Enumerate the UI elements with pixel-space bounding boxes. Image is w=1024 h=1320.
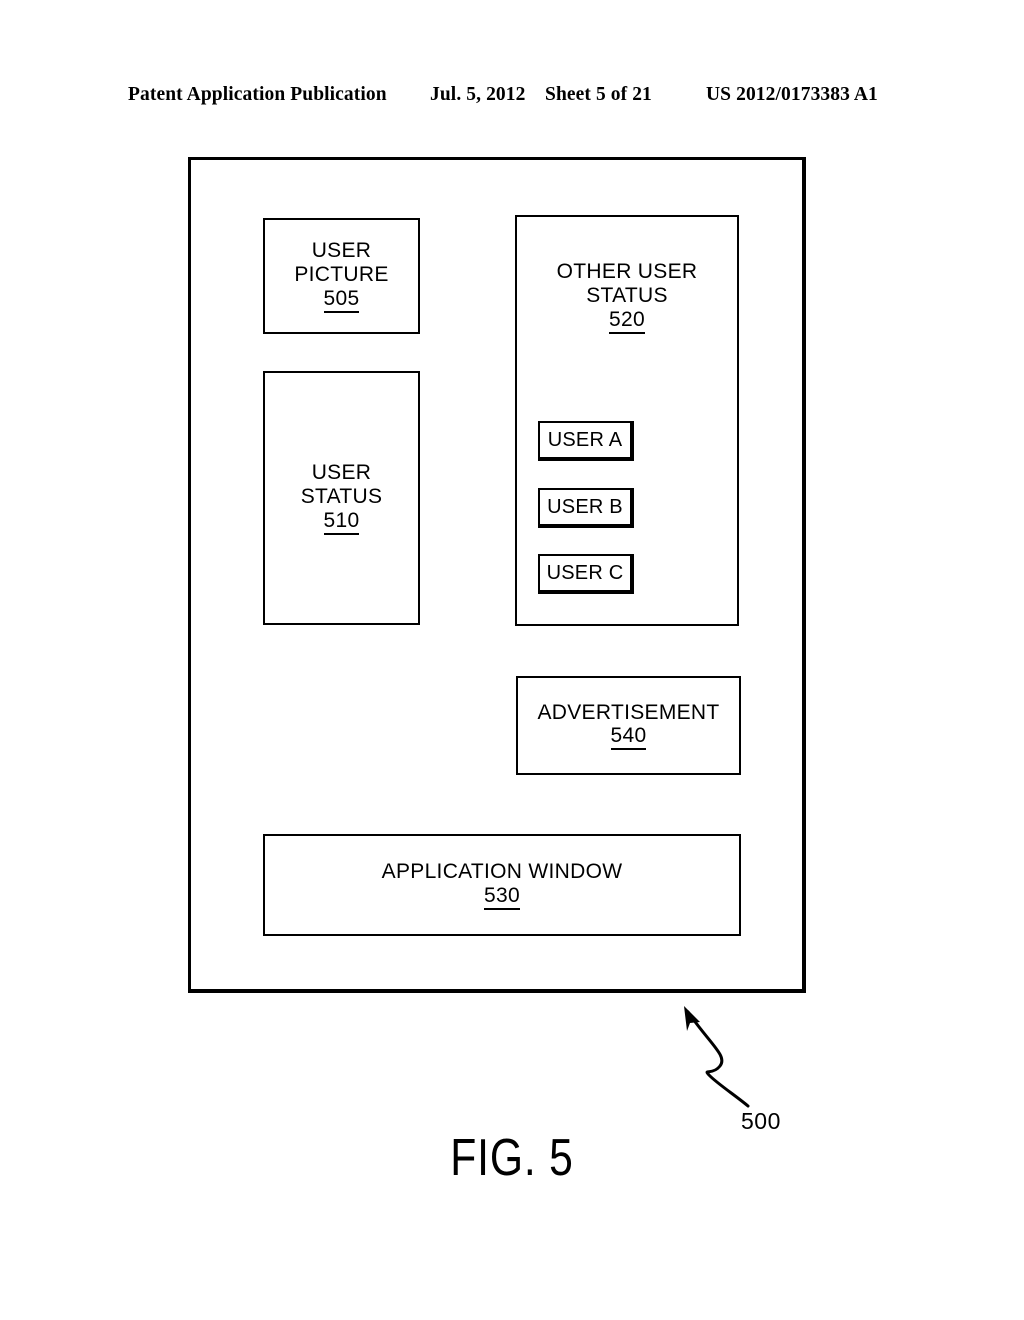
user-entry-c-label: USER C xyxy=(546,561,624,584)
user-entry-c[interactable]: USER C xyxy=(538,554,634,594)
figure-drawing-area: USER PICTURE 505 USER STATUS 510 OTHER U… xyxy=(0,0,1024,1320)
user-picture-box: USER PICTURE 505 xyxy=(263,218,420,334)
user-picture-label-line1: USER xyxy=(311,239,372,263)
application-window-box: APPLICATION WINDOW 530 xyxy=(263,834,741,936)
other-user-status-label-line1: OTHER USER xyxy=(556,260,698,283)
user-entry-b-label: USER B xyxy=(547,495,623,518)
user-picture-reference: 505 xyxy=(323,287,360,313)
other-user-status-label-line2: STATUS xyxy=(586,283,668,307)
user-status-box: USER STATUS 510 xyxy=(263,371,420,625)
user-status-label-line1: USER xyxy=(311,461,372,485)
user-picture-label-line2: PICTURE xyxy=(294,262,389,286)
advertisement-box: ADVERTISEMENT 540 xyxy=(516,676,741,775)
advertisement-label: ADVERTISEMENT xyxy=(537,700,720,724)
user-entry-a-label: USER A xyxy=(547,428,623,451)
figure-caption: FIG. 5 xyxy=(450,1129,574,1187)
other-user-status-reference: 520 xyxy=(609,308,645,334)
application-window-reference: 530 xyxy=(484,884,520,910)
application-window-label: APPLICATION WINDOW xyxy=(381,860,623,883)
user-entry-b[interactable]: USER B xyxy=(538,488,634,528)
user-entry-a[interactable]: USER A xyxy=(538,421,634,461)
advertisement-reference: 540 xyxy=(610,725,647,751)
user-status-reference: 510 xyxy=(323,509,360,535)
squiggly-arrow-icon xyxy=(684,1006,750,1108)
user-status-label-line2: STATUS xyxy=(300,484,383,508)
